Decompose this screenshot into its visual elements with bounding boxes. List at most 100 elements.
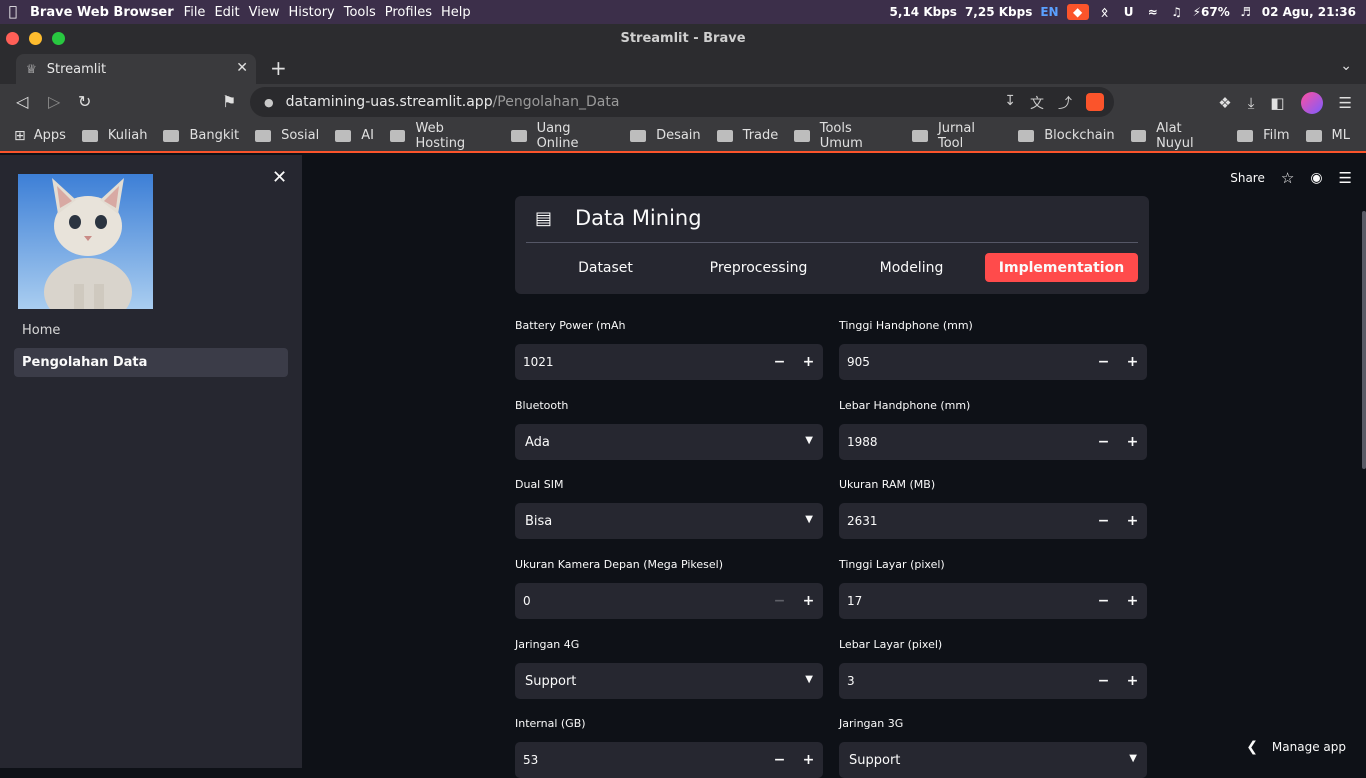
jaringan-3g-select[interactable]: Support ▼	[839, 742, 1147, 778]
clock[interactable]: 02 Agu, 21:36	[1262, 5, 1356, 19]
sidebar-item-home[interactable]: Home	[14, 316, 288, 345]
volume-icon[interactable]: ♬	[1238, 4, 1254, 20]
share-button[interactable]: Share	[1230, 171, 1265, 185]
star-icon[interactable]: ☆	[1281, 169, 1294, 187]
downloads-icon[interactable]: ⤓	[1248, 94, 1255, 112]
bookmark-folder-sosial[interactable]: Sosial	[255, 128, 319, 143]
folder-icon	[511, 129, 527, 142]
battery-power-input[interactable]: 1021 − +	[515, 344, 823, 380]
kamera-depan-input[interactable]: 0 − +	[515, 583, 823, 619]
share-icon[interactable]: ⤴	[1058, 93, 1072, 113]
browser-menu-icon[interactable]: ☰	[1339, 94, 1352, 112]
bookmark-folder-jurnal-tool[interactable]: Jurnal Tool	[912, 121, 1002, 151]
app-name[interactable]: Brave Web Browser	[30, 5, 174, 20]
bookmark-folder-alat-nuyul[interactable]: Alat Nuyul	[1130, 121, 1222, 151]
tinggi-handphone-input[interactable]: 905 − +	[839, 344, 1147, 380]
close-tab-icon[interactable]: ✕	[236, 60, 248, 76]
decrement-button[interactable]: −	[1089, 344, 1118, 380]
u-app-icon[interactable]: U	[1121, 4, 1137, 20]
app-menu-icon[interactable]: ☰	[1339, 169, 1352, 187]
bookmark-folder-film[interactable]: Film	[1237, 128, 1290, 143]
increment-button[interactable]: +	[794, 344, 823, 380]
lebar-layar-input[interactable]: 3 − +	[839, 663, 1147, 699]
decrement-button[interactable]: −	[1089, 583, 1118, 619]
increment-button[interactable]: +	[794, 742, 823, 778]
bookmark-folder-desain[interactable]: Desain	[630, 128, 701, 143]
extensions-icon[interactable]: ❖	[1218, 94, 1231, 112]
decrement-button[interactable]: −	[765, 742, 794, 778]
sidebar-item-pengolahan-data[interactable]: Pengolahan Data	[14, 348, 288, 377]
tab-implementation[interactable]: Implementation	[985, 253, 1138, 282]
bluetooth-icon[interactable]: ᛟ	[1097, 4, 1113, 20]
close-window-button[interactable]	[6, 32, 19, 45]
increment-button[interactable]: +	[1118, 583, 1147, 619]
bookmark-label: AI	[361, 128, 374, 143]
back-icon[interactable]: ◁	[16, 92, 28, 111]
bookmark-folder-trade[interactable]: Trade	[716, 128, 778, 143]
bookmark-folder-kuliah[interactable]: Kuliah	[81, 128, 147, 143]
menu-edit[interactable]: Edit	[214, 5, 239, 20]
decrement-button[interactable]: −	[1089, 424, 1118, 460]
internal-input[interactable]: 53 − +	[515, 742, 823, 778]
folder-icon	[389, 129, 406, 142]
close-sidebar-icon[interactable]: ✕	[272, 167, 287, 188]
menu-view[interactable]: View	[249, 5, 280, 20]
manage-app-button[interactable]: ❮ Manage app	[1246, 739, 1346, 755]
bookmark-folder-tools-umum[interactable]: Tools Umum	[794, 121, 896, 151]
decrement-button[interactable]: −	[765, 344, 794, 380]
bluetooth-select[interactable]: Ada ▼	[515, 424, 823, 460]
menu-profiles[interactable]: Profiles	[385, 5, 432, 20]
bookmark-folder-web-hosting[interactable]: Web Hosting	[389, 121, 495, 151]
install-icon[interactable]: ↧	[1004, 93, 1016, 113]
bookmark-folder-ai[interactable]: AI	[335, 128, 374, 143]
decrement-button[interactable]: −	[1089, 503, 1118, 539]
tab-label: Streamlit	[46, 61, 107, 77]
lebar-handphone-input[interactable]: 1988 − +	[839, 424, 1147, 460]
scrollbar[interactable]	[1362, 211, 1366, 469]
battery-indicator[interactable]: ⚡67%	[1193, 5, 1230, 19]
ukuran-ram-input[interactable]: 2631 − +	[839, 503, 1147, 539]
reload-icon[interactable]: ↻	[78, 92, 91, 111]
bookmark-folder-bangkit[interactable]: Bangkit	[163, 128, 239, 143]
chevron-down-icon[interactable]: ⌄	[1340, 58, 1352, 74]
increment-button[interactable]: +	[1118, 344, 1147, 380]
address-bar[interactable]: ● datamining-uas.streamlit.app/Pengolaha…	[250, 87, 1114, 117]
tinggi-layar-input[interactable]: 17 − +	[839, 583, 1147, 619]
jaringan-4g-select[interactable]: Support ▼	[515, 663, 823, 699]
lock-icon[interactable]: ●	[264, 96, 274, 109]
wifi-icon[interactable]: ≈	[1145, 4, 1161, 20]
bookmark-icon[interactable]: ⚑	[222, 92, 236, 111]
new-tab-icon[interactable]: +	[270, 56, 287, 80]
maximize-window-button[interactable]	[52, 32, 65, 45]
forward-icon[interactable]: ▷	[48, 92, 60, 111]
translate-icon[interactable]: 文	[1030, 93, 1044, 113]
decrement-button[interactable]: −	[1089, 663, 1118, 699]
dual-sim-select[interactable]: Bisa ▼	[515, 503, 823, 539]
increment-button[interactable]: +	[1118, 503, 1147, 539]
tab-streamlit[interactable]: ♕ Streamlit ✕	[16, 54, 256, 84]
increment-button[interactable]: +	[1118, 663, 1147, 699]
profile-avatar[interactable]	[1300, 92, 1323, 114]
bookmark-folder-uang-online[interactable]: Uang Online	[511, 121, 614, 151]
github-icon[interactable]: ◉	[1310, 170, 1322, 186]
menu-file[interactable]: File	[184, 5, 206, 20]
minimize-window-button[interactable]	[29, 32, 42, 45]
anydesk-icon[interactable]: ◆	[1066, 4, 1089, 20]
bookmark-folder-blockchain[interactable]: Blockchain	[1018, 128, 1115, 143]
bookmark-folder-ml[interactable]: ML	[1305, 128, 1350, 143]
bookmark-apps[interactable]: ⊞ Apps	[14, 128, 66, 144]
increment-button[interactable]: +	[1118, 424, 1147, 460]
tab-dataset[interactable]: Dataset	[529, 253, 682, 282]
tab-modeling[interactable]: Modeling	[835, 253, 988, 282]
brave-shield-icon[interactable]	[1086, 93, 1104, 111]
tab-preprocessing[interactable]: Preprocessing	[682, 253, 835, 282]
increment-button[interactable]: +	[794, 583, 823, 619]
apple-icon[interactable]: 	[2, 4, 24, 20]
bell-icon[interactable]: ♫	[1169, 4, 1185, 20]
menu-history[interactable]: History	[288, 5, 334, 20]
decrement-button[interactable]: −	[765, 583, 794, 619]
menu-tools[interactable]: Tools	[344, 5, 376, 20]
menu-help[interactable]: Help	[441, 5, 471, 20]
sidebar-toggle-icon[interactable]: ◧	[1270, 94, 1284, 112]
language-indicator[interactable]: EN	[1040, 5, 1058, 19]
